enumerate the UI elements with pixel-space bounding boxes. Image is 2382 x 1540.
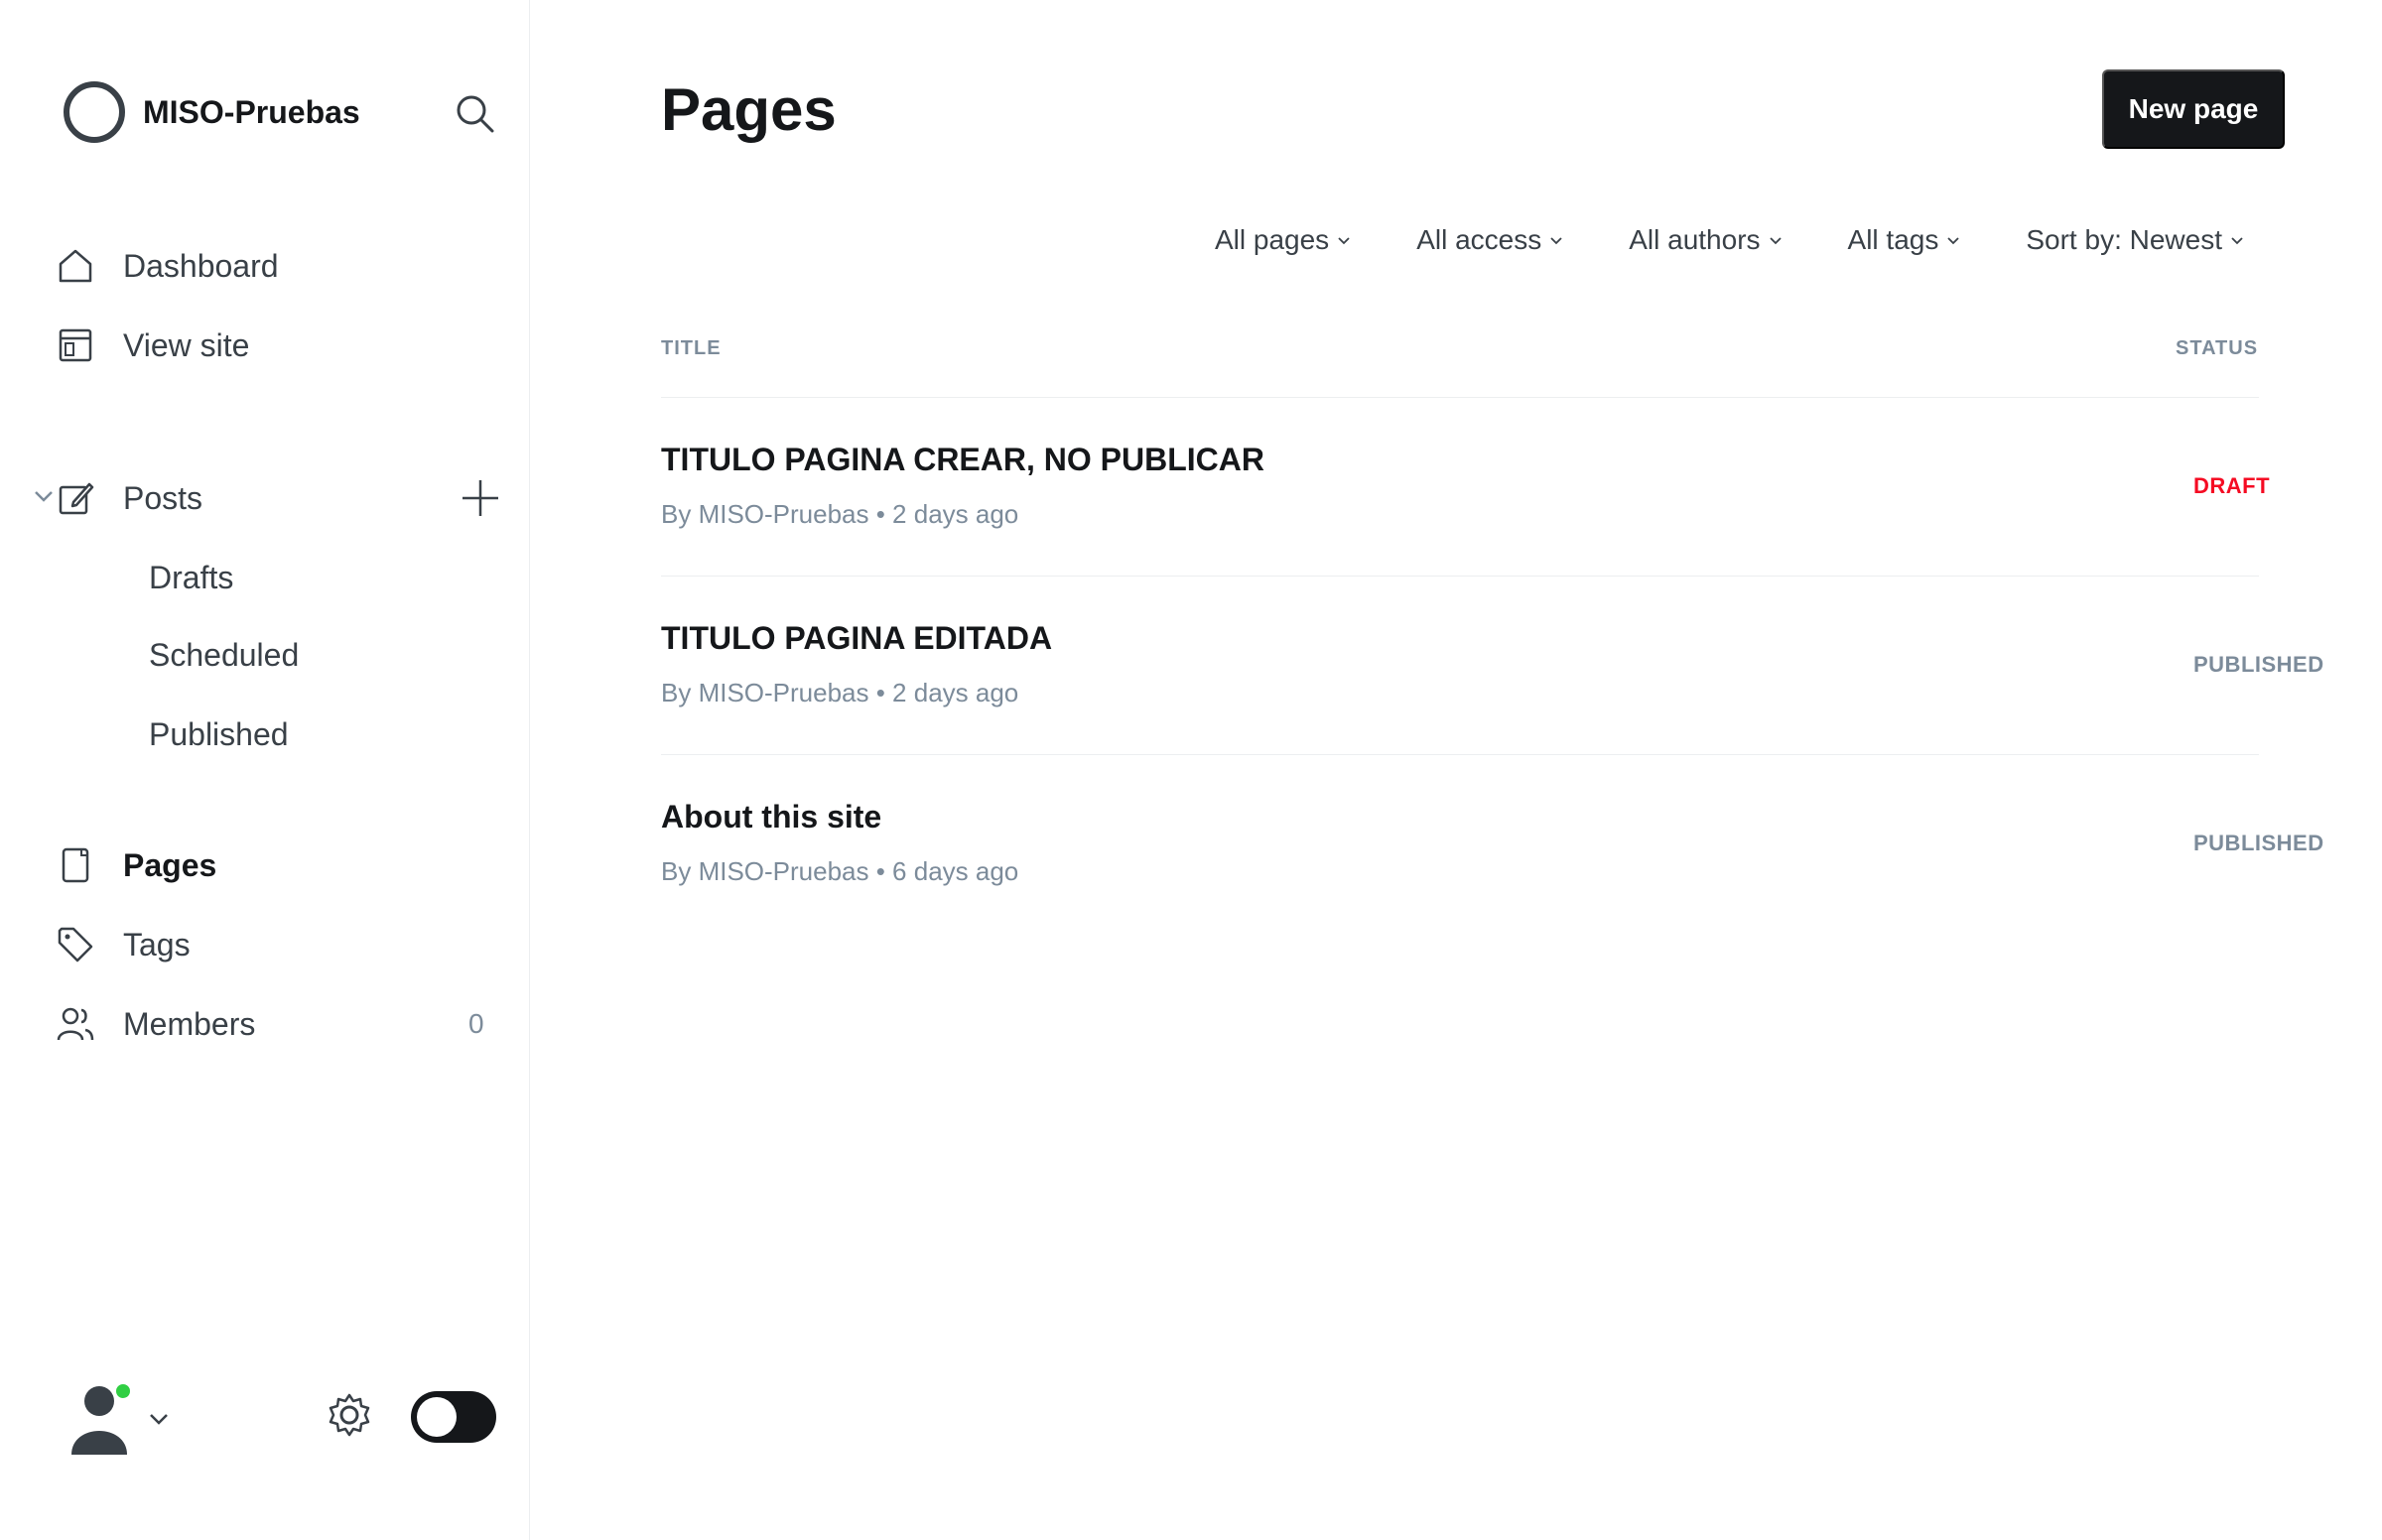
sidebar-item-scheduled[interactable]: Scheduled [149,627,299,683]
list-item[interactable]: About this site By MISO-Pruebas • 6 days… [661,754,2323,933]
sidebar: MISO-Pruebas Dashboard View site Posts D… [0,0,530,1540]
home-icon [56,246,95,286]
page-title: Pages [661,76,837,143]
tag-icon [56,925,95,964]
sidebar-item-label: Tags [123,926,191,962]
page-meta: By MISO-Pruebas • 2 days ago [661,678,1019,707]
page-icon [56,845,95,885]
sidebar-item-members[interactable]: Members [56,992,512,1056]
page-title-text: TITULO PAGINA CREAR, NO PUBLICAR [661,442,1264,477]
new-page-button[interactable]: New page [2102,69,2285,149]
gear-icon[interactable] [326,1391,373,1439]
chevron-down-icon[interactable] [147,1407,171,1431]
status-badge: PUBLISHED [2193,652,2324,677]
search-icon[interactable] [453,91,496,135]
online-status-dot [113,1381,133,1401]
list-header: TITLE STATUS [661,337,2259,360]
filter-access[interactable]: All access [1416,224,1563,256]
column-title: TITLE [661,337,722,359]
sidebar-item-pages[interactable]: Pages [56,834,512,897]
filter-label: Sort by: Newest [2026,224,2222,255]
sidebar-item-label: Members [123,1005,256,1042]
filter-label: All authors [1629,224,1761,255]
dark-mode-toggle[interactable] [411,1391,496,1443]
sidebar-item-tags[interactable]: Tags [56,913,512,976]
sidebar-item-dashboard[interactable]: Dashboard [56,234,512,298]
page-meta: By MISO-Pruebas • 6 days ago [661,856,1019,886]
chevron-down-icon [2231,237,2243,245]
page-meta: By MISO-Pruebas • 2 days ago [661,499,1019,529]
sidebar-item-view-site[interactable]: View site [56,314,512,377]
filter-label: All access [1416,224,1542,255]
chevron-down-icon [1769,237,1782,245]
chevron-down-icon [1338,237,1350,245]
filter-type[interactable]: All pages [1215,224,1351,256]
filter-label: All pages [1215,224,1330,255]
sidebar-item-posts[interactable]: Posts [56,466,512,530]
filter-bar: All pages All access All authors All tag… [1215,224,2244,256]
sidebar-item-published[interactable]: Published [149,706,289,762]
browser-icon [56,325,95,365]
page-title-text: About this site [661,799,882,834]
add-post-icon[interactable] [459,476,502,520]
members-count-badge: 0 [468,1008,484,1039]
filter-authors[interactable]: All authors [1629,224,1782,256]
chevron-down-icon[interactable] [32,484,56,508]
sidebar-item-drafts[interactable]: Drafts [149,550,233,605]
filter-tags[interactable]: All tags [1848,224,1961,256]
chevron-down-icon [1550,237,1562,245]
edit-icon [56,478,95,518]
site-name: MISO-Pruebas [143,93,360,130]
site-logo-icon [64,81,125,143]
status-badge: DRAFT [2193,473,2271,498]
toggle-knob [417,1397,457,1437]
list-item[interactable]: TITULO PAGINA EDITADA By MISO-Pruebas • … [661,576,2323,754]
page-title-text: TITULO PAGINA EDITADA [661,620,1053,656]
filter-sort[interactable]: Sort by: Newest [2026,224,2244,256]
sidebar-item-label: View site [123,326,250,363]
main-content: Pages New page All pages All access All … [530,0,2382,1540]
sidebar-item-label: Posts [123,479,203,516]
sidebar-item-label: Dashboard [123,247,279,284]
sidebar-item-label: Pages [123,846,217,883]
chevron-down-icon [1947,237,1959,245]
sidebar-footer [60,1369,506,1459]
column-status: STATUS [2176,337,2259,359]
brand[interactable]: MISO-Pruebas [64,77,360,147]
status-badge: PUBLISHED [2193,831,2324,855]
list-item[interactable]: TITULO PAGINA CREAR, NO PUBLICAR By MISO… [661,397,2270,576]
filter-label: All tags [1847,224,1939,255]
members-icon [56,1004,95,1044]
